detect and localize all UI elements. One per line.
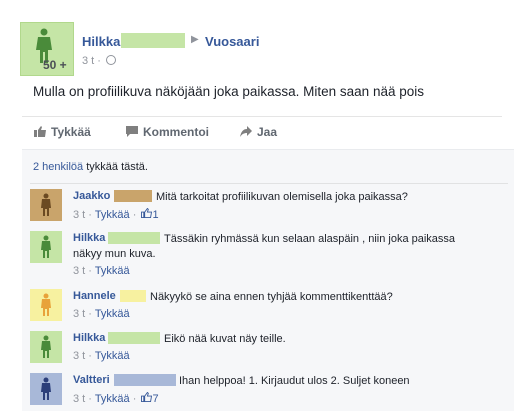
comment-meta: 3 t · Tykkää · 1 — [73, 207, 159, 221]
globe-icon — [106, 55, 117, 65]
comment-text: Eikö nää kuvat näy teille. — [164, 333, 286, 345]
avatar[interactable]: 50 + — [20, 22, 74, 76]
comment-button[interactable]: Kommentoi — [126, 125, 209, 139]
like-count-value: 1 — [152, 209, 159, 221]
avatar[interactable] — [30, 189, 62, 221]
comment-like-button[interactable]: Tykkää — [95, 265, 130, 277]
thumbs-up-icon — [34, 126, 46, 137]
person-icon — [41, 235, 51, 258]
post-time[interactable]: 3 t · — [82, 55, 101, 67]
comment-author[interactable]: Hilkka — [73, 332, 105, 344]
likes-summary: 2 henkilöä tykkää tästä. — [33, 161, 148, 173]
thumbs-up-icon — [141, 207, 153, 218]
like-label: Tykkää — [51, 125, 91, 139]
group-link[interactable]: Vuosaari — [205, 34, 259, 49]
comment-icon — [126, 126, 138, 137]
comment-text: Ihan helppoa! 1. Kirjaudut ulos 2. Sulje… — [179, 375, 410, 387]
person-icon — [41, 293, 51, 316]
comment-meta: 3 t · Tykkää — [73, 308, 130, 320]
comment-author[interactable]: Valtteri — [73, 374, 110, 386]
comment-meta: 3 t · Tykkää · 7 — [73, 391, 159, 405]
arrow-right-icon: ▶ — [191, 34, 199, 45]
share-button[interactable]: Jaa — [240, 125, 277, 139]
redacted-name — [108, 232, 160, 244]
like-count[interactable]: 1 — [141, 207, 159, 221]
redacted-name — [121, 33, 185, 48]
avatar[interactable] — [30, 331, 62, 363]
comment-meta: 3 t · Tykkää — [73, 265, 130, 277]
comment-author[interactable]: Hannele — [73, 290, 116, 302]
post-text: Mulla on profiilikuva näköjään joka paik… — [33, 84, 424, 99]
redacted-name — [108, 332, 160, 344]
post-meta: 3 t · — [82, 55, 117, 67]
redacted-name — [114, 374, 176, 386]
comment-like-button[interactable]: Tykkää — [95, 393, 130, 405]
comment-text-continued: näkyy mun kuva. — [73, 248, 156, 260]
divider — [30, 183, 508, 184]
comment-author[interactable]: Jaakko — [73, 190, 110, 202]
comment-text: Tässäkin ryhmässä kun selaan alaspäin , … — [164, 233, 456, 245]
action-bar: Tykkää Kommentoi Jaa — [22, 116, 502, 146]
post-author[interactable]: Hilkka — [82, 34, 120, 49]
age-badge: 50 + — [43, 58, 67, 72]
comment-time[interactable]: 3 t · — [73, 393, 92, 405]
comments-section: 2 henkilöä tykkää tästä. Jaakko Mitä tar… — [22, 149, 514, 411]
avatar[interactable] — [30, 231, 62, 263]
person-icon — [41, 377, 51, 400]
comment-label: Kommentoi — [143, 125, 209, 139]
thumbs-up-icon — [141, 391, 153, 402]
comment-like-button[interactable]: Tykkää — [95, 209, 130, 221]
likes-suffix: tykkää tästä. — [86, 161, 148, 173]
share-label: Jaa — [257, 125, 278, 139]
redacted-name — [120, 290, 146, 302]
comment-time[interactable]: 3 t · — [73, 350, 92, 362]
avatar[interactable] — [30, 289, 62, 321]
comment-time[interactable]: 3 t · — [73, 308, 92, 320]
like-button[interactable]: Tykkää — [34, 125, 91, 139]
comment-time[interactable]: 3 t · — [73, 209, 92, 221]
avatar[interactable] — [30, 373, 62, 405]
like-count-value: 7 — [152, 393, 159, 405]
likes-link[interactable]: 2 henkilöä — [33, 161, 83, 173]
redacted-name — [114, 190, 152, 202]
comment-like-button[interactable]: Tykkää — [95, 308, 130, 320]
comment-text: Näkyykö se aina ennen tyhjää kommenttike… — [150, 291, 393, 303]
person-icon — [41, 335, 51, 358]
share-icon — [240, 126, 252, 137]
comment-time[interactable]: 3 t · — [73, 265, 92, 277]
like-count[interactable]: 7 — [141, 391, 159, 405]
comment-meta: 3 t · Tykkää — [73, 350, 130, 362]
comment-like-button[interactable]: Tykkää — [95, 350, 130, 362]
comment-text: Mitä tarkoitat profiilikuvan olemisella … — [156, 191, 408, 203]
post-header: 50 + Hilkka ▶ Vuosaari 3 t · — [20, 22, 510, 78]
person-icon — [41, 193, 51, 216]
comment-author[interactable]: Hilkka — [73, 232, 105, 244]
